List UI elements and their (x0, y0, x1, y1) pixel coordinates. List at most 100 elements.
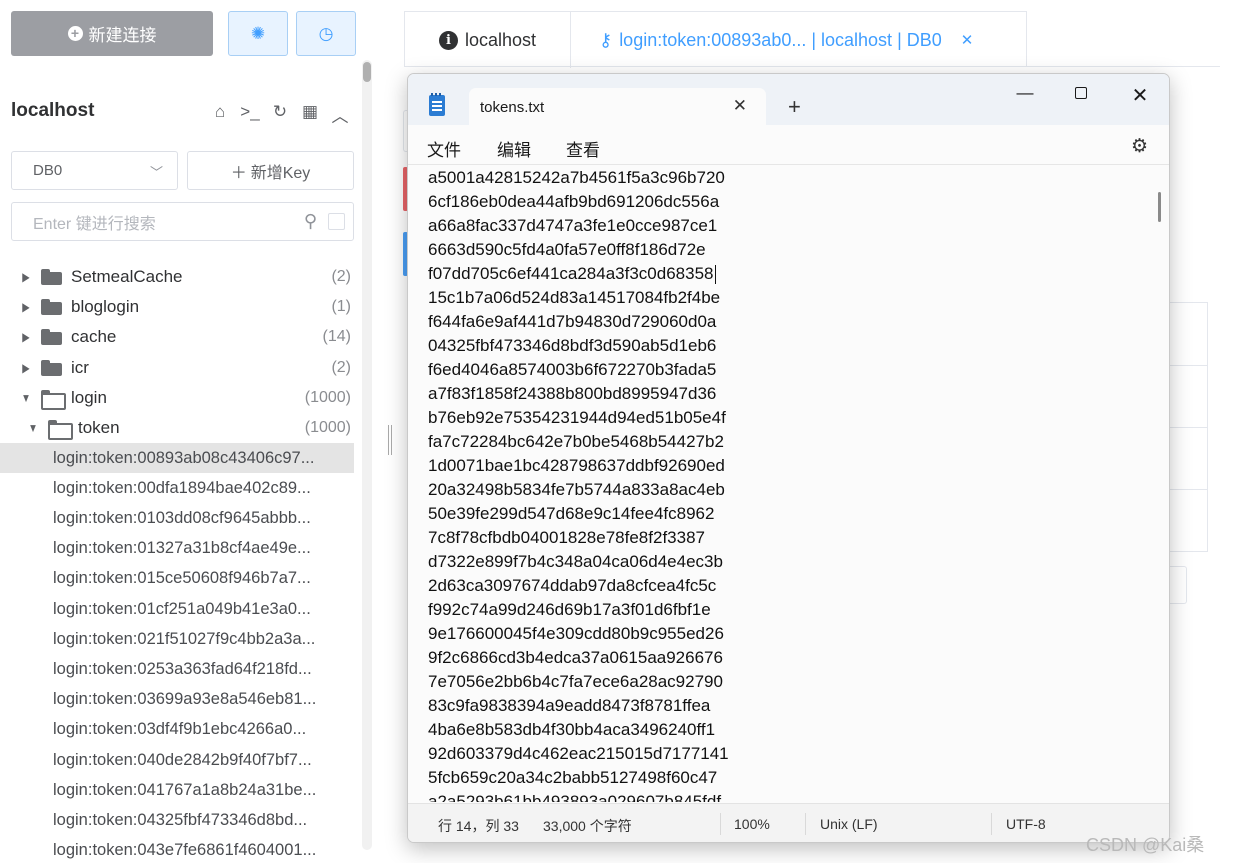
tree-key-item[interactable]: login:token:03699a93e8a546eb81... (0, 685, 354, 715)
tree-folder-row[interactable]: ▼ login (1000) (0, 383, 360, 413)
tree-folder-row[interactable]: ▶ SetmealCache (2) (0, 262, 360, 292)
new-tab-icon[interactable]: + (788, 94, 801, 120)
text-line-content: a2a5293b61bb493893a029607b845fdf (428, 792, 722, 802)
exact-match-checkbox[interactable] (328, 213, 345, 230)
text-line-content: a66a8fac337d4747a3fe1e0cce987ce1 (428, 216, 718, 235)
tab-key-detail[interactable]: ⚷ login:token:00893ab0... | localhost | … (571, 12, 1027, 68)
text-line: 92d603379d4c462eac215015d7177141 (408, 742, 1169, 766)
text-line: 7e7056e2bb6b4c7fa7ece6a28ac92790 (408, 670, 1169, 694)
tree-folder-row[interactable]: ▶ bloglogin (1) (0, 292, 360, 322)
text-line: a2a5293b61bb493893a029607b845fdf (408, 790, 1169, 802)
text-line-content: a5001a42815242a7b4561f5a3c96b720 (428, 168, 725, 187)
left-scrollbar-thumb[interactable] (363, 62, 371, 82)
terminal-icon[interactable]: >_ (240, 102, 260, 127)
db-select[interactable]: DB0 ﹀ (11, 151, 178, 190)
tree-key-item[interactable]: login:token:041767a1a8b24a31be... (0, 775, 354, 805)
text-line: 15c1b7a06d524d83a14517084fb2f4be (408, 286, 1169, 310)
zoom-level: 100% (734, 816, 770, 832)
chevron-right-icon[interactable]: ▶ (20, 270, 31, 284)
tree-key-item[interactable]: login:token:0103dd08cf9645abbb... (0, 504, 354, 534)
tree-key-item[interactable]: login:token:03df4f9b1ebc4266a0... (0, 715, 354, 745)
panel-resize-handle[interactable] (388, 425, 392, 455)
text-line-content: 2d63ca3097674ddab97da8cfcea4fc5c (428, 576, 717, 595)
text-line-content: 20a32498b5834fe7b5744a833a8ac4eb (428, 480, 725, 499)
line-ending: Unix (LF) (820, 816, 878, 832)
text-line: 50e39fe299d547d68e9c14fee4fc8962 (408, 502, 1169, 526)
text-line: 1d0071bae1bc428798637ddbf92690ed (408, 454, 1169, 478)
left-scrollbar[interactable] (362, 60, 372, 850)
tree-key-item[interactable]: login:token:04325fbf473346d8bd... (0, 805, 354, 835)
tree-folder-count: (14) (322, 328, 351, 346)
table-row-divider (1169, 365, 1207, 366)
tree-key-item[interactable]: login:token:01cf251a049b41e3a0... (0, 594, 354, 624)
value-table-edge (1169, 302, 1208, 552)
menu-view[interactable]: 查看 (566, 136, 600, 161)
tree-key-item[interactable]: login:token:021f51027f9c4bb2a3a... (0, 624, 354, 654)
chevron-right-icon[interactable]: ▶ (20, 330, 31, 344)
chevron-down-icon[interactable]: ▼ (27, 421, 38, 435)
text-line: f644fa6e9af441d7b94830d729060d0a (408, 310, 1169, 334)
watermark: CSDN @Kai桑 (1086, 835, 1205, 855)
tree-folder-count: (2) (331, 268, 351, 286)
text-line: b76eb92e75354231944d94ed51b05e4f (408, 406, 1169, 430)
text-line-content: 7c8f78cfbdb04001828e78fe8f2f3387 (428, 528, 705, 547)
text-line: a66a8fac337d4747a3fe1e0cce987ce1 (408, 214, 1169, 238)
text-line: a7f83f1858f24388b800bd8995947d36 (408, 382, 1169, 406)
tree-key-item[interactable]: login:token:00dfa1894bae402c89... (0, 473, 354, 503)
text-line: a5001a42815242a7b4561f5a3c96b720 (408, 166, 1169, 190)
settings-button[interactable]: ✺ (228, 11, 288, 56)
text-line-content: f992c74a99d246d69b17a3f01d6fbf1e (428, 600, 711, 619)
menu-file[interactable]: 文件 (427, 136, 461, 161)
home-icon[interactable]: ⌂ (210, 102, 230, 127)
gear-icon[interactable]: ⚙ (1131, 135, 1148, 158)
search-input[interactable]: Enter 键进行搜索 ⚲ (11, 202, 354, 241)
tree-folder-row[interactable]: ▼ token (1000) (0, 413, 360, 443)
text-line: f6ed4046a8574003b6f672270b3fada5 (408, 358, 1169, 382)
status-separator (991, 813, 992, 835)
tree-folder-row[interactable]: ▶ icr (2) (0, 353, 360, 383)
close-tab-icon[interactable]: ✕ (733, 96, 747, 116)
tree-folder-row[interactable]: ▶ cache (14) (0, 322, 360, 352)
grid-icon[interactable]: ▦ (300, 102, 320, 127)
close-window-icon[interactable]: ✕ (1117, 83, 1163, 108)
text-line: 6cf186eb0dea44afb9bd691206dc556a (408, 190, 1169, 214)
tree-key-item[interactable]: login:token:043e7fe6861f4604001... (0, 836, 354, 863)
chevron-down-icon[interactable]: ▼ (20, 391, 31, 405)
add-key-button[interactable]: ＋ 新增Key (187, 151, 354, 190)
tree-folder-count: (1000) (304, 388, 351, 406)
notepad-titlebar[interactable]: tokens.txt ✕ + — ✕ (408, 74, 1169, 126)
new-connection-label: 新建连接 (88, 26, 157, 45)
chevron-down-icon: ﹀ (149, 165, 163, 180)
text-line-content: f07dd705c6ef441ca284a3f3c0d68358 (428, 264, 714, 283)
search-icon[interactable]: ⚲ (304, 211, 317, 232)
status-separator (720, 813, 721, 835)
maximize-icon[interactable] (1058, 83, 1104, 104)
minimize-icon[interactable]: — (1002, 83, 1048, 103)
tree-key-item[interactable]: login:token:015ce50608f946b7a7... (0, 564, 354, 594)
notepad-text-area[interactable]: a5001a42815242a7b4561f5a3c96b720 6cf186eb… (408, 166, 1169, 802)
tree-key-item[interactable]: login:token:00893ab08c43406c97... (0, 443, 354, 474)
key-icon: ⚷ (599, 29, 613, 50)
tree-key-item[interactable]: login:token:040de2842b9f40f7bf7... (0, 745, 354, 775)
text-line-content: 9f2c6866cd3b4edca37a0615aa926676 (428, 648, 723, 667)
tree-key-item[interactable]: login:token:0253a363fad64f218fd... (0, 654, 354, 684)
close-icon[interactable]: ✕ (961, 31, 974, 49)
notepad-statusbar: 行 14，列 33 33,000 个字符 100% Unix (LF) UTF-… (408, 803, 1169, 842)
new-connection-button[interactable]: + 新建连接 (11, 11, 213, 56)
tree-folder-count: (2) (331, 358, 351, 376)
notepad-scrollbar-thumb[interactable] (1158, 192, 1161, 222)
left-panel: + 新建连接 ✺ ◷ localhost ⌂ >_ ↻ ▦ ︿ DB0 ﹀ ＋ … (0, 0, 360, 863)
chevron-up-icon[interactable]: ︿ (330, 102, 350, 127)
folder-icon (41, 269, 63, 286)
chevron-right-icon[interactable]: ▶ (20, 361, 31, 375)
text-line: d7322e899f7b4c348a04ca06d4e4ec3b (408, 550, 1169, 574)
refresh-icon[interactable]: ↻ (270, 102, 290, 127)
history-button[interactable]: ◷ (296, 11, 356, 56)
notepad-tab[interactable]: tokens.txt ✕ (469, 88, 766, 126)
text-line: 4ba6e8b583db4f30bb4aca3496240ff1 (408, 718, 1169, 742)
text-line-content: fa7c72284bc642e7b0be5468b54427b2 (428, 432, 724, 451)
chevron-right-icon[interactable]: ▶ (20, 300, 31, 314)
tree-key-item[interactable]: login:token:01327a31b8cf4ae49e... (0, 534, 354, 564)
tab-localhost[interactable]: i localhost (405, 12, 571, 68)
menu-edit[interactable]: 编辑 (497, 136, 531, 161)
